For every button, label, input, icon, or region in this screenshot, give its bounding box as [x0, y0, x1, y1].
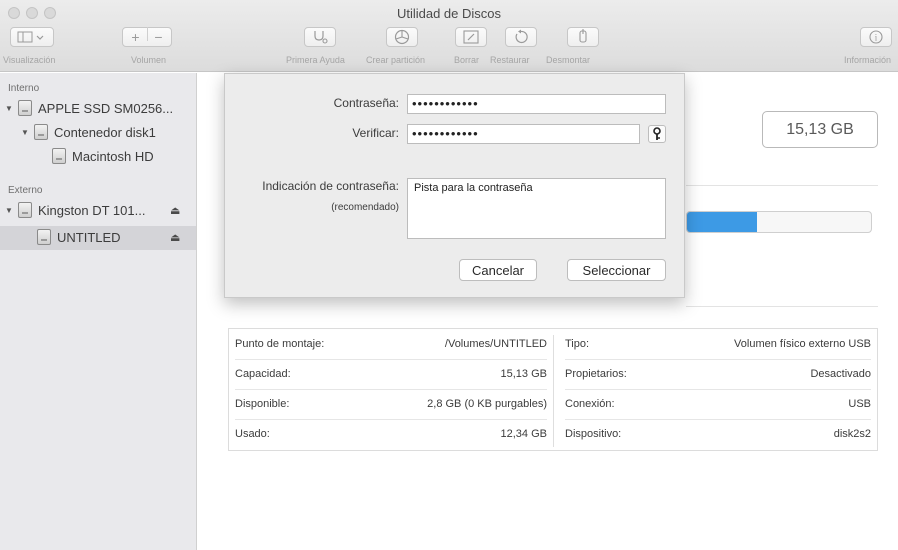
sidebar-item-kingston[interactable]: ▼ Kingston DT 101...	[5, 202, 145, 218]
info-value: /Volumes/UNTITLED	[444, 338, 547, 350]
password-label: Contraseña:	[333, 96, 399, 110]
info-row: Usado: 12,34 GB	[229, 419, 553, 449]
erase-label: Borrar	[454, 55, 480, 65]
minus-icon: −	[154, 29, 163, 45]
info-row: Conexión: USB	[559, 389, 877, 419]
sidebar-item-label: Macintosh HD	[72, 148, 154, 164]
stethoscope-icon	[314, 31, 328, 44]
eject-icon[interactable]: ⏏	[170, 204, 180, 217]
info-value: 12,34 GB	[500, 428, 547, 440]
info-row: Disponible: 2,8 GB (0 KB purgables)	[229, 389, 553, 419]
svg-text:i: i	[875, 33, 878, 43]
first-aid-button[interactable]	[304, 27, 336, 47]
info-value: disk2s2	[833, 428, 871, 440]
restore-label: Restaurar	[490, 55, 530, 65]
partition-icon	[394, 29, 410, 45]
hint-sublabel: (recomendado)	[331, 202, 399, 213]
info-key: Tipo:	[565, 338, 590, 350]
partition-button[interactable]	[386, 27, 418, 47]
toolbar: Utilidad de Discos Visualización + − Vol…	[0, 0, 898, 72]
volume-segment: + −	[122, 27, 172, 47]
unmount-label: Desmontar	[546, 55, 591, 65]
plus-icon: +	[131, 29, 140, 45]
select-button[interactable]: Seleccionar	[567, 259, 666, 281]
remove-volume-button[interactable]: −	[148, 27, 170, 47]
erase-button[interactable]	[455, 27, 487, 47]
volume-label: Volumen	[131, 55, 167, 65]
info-row: Tipo: Volumen físico externo USB	[559, 329, 877, 359]
info-row: Capacidad: 15,13 GB	[229, 359, 553, 389]
info-value: USB	[848, 398, 871, 410]
disclosure-triangle-icon[interactable]: ▼	[5, 104, 15, 113]
view-label: Visualización	[3, 55, 56, 65]
first-aid-label: Primera Ayuda	[286, 55, 345, 65]
info-key: Capacidad:	[235, 368, 291, 380]
info-icon: i	[869, 30, 883, 44]
sidebar-item-untitled[interactable]: UNTITLED	[37, 229, 121, 245]
sidebar-section-internal: Interno	[8, 83, 40, 94]
key-icon	[653, 127, 661, 140]
erase-icon	[463, 30, 479, 44]
restore-icon	[515, 29, 528, 44]
sidebar-view-icon	[17, 31, 44, 43]
cancel-button[interactable]: Cancelar	[459, 259, 537, 281]
partition-label: Crear partición	[366, 55, 426, 65]
info-key: Conexión:	[565, 398, 615, 410]
volume-icon	[37, 229, 51, 245]
usage-bar-fill	[687, 212, 757, 232]
sidebar-item-label: Kingston DT 101...	[38, 202, 146, 218]
info-key: Disponible:	[235, 398, 290, 410]
info-table: Punto de montaje: /Volumes/UNTITLED Capa…	[228, 328, 878, 451]
info-key: Punto de montaje:	[235, 338, 325, 350]
unmount-icon	[579, 29, 587, 43]
usage-bar	[686, 211, 872, 233]
info-value: 15,13 GB	[500, 368, 547, 380]
sidebar-section-external: Externo	[8, 185, 43, 196]
info-value: 2,8 GB (0 KB purgables)	[427, 398, 547, 410]
sidebar-item-label: UNTITLED	[57, 229, 121, 245]
info-label: Información	[844, 55, 892, 65]
eject-icon[interactable]: ⏏	[170, 231, 180, 244]
info-key: Dispositivo:	[565, 428, 622, 440]
sidebar-item-macintosh-hd[interactable]: Macintosh HD	[52, 148, 154, 164]
verify-label: Verificar:	[352, 126, 399, 140]
password-field[interactable]: ••••••••••••	[407, 94, 666, 114]
sidebar-item-container[interactable]: ▼ Contenedor disk1	[21, 124, 156, 140]
sidebar-item-apple-ssd[interactable]: ▼ APPLE SSD SM0256...	[5, 100, 173, 116]
capacity-display: 15,13 GB	[762, 111, 878, 148]
sidebar: Interno ▼ APPLE SSD SM0256... ▼ Contened…	[0, 73, 197, 550]
info-key: Propietarios:	[565, 368, 627, 380]
info-value: Volumen físico externo USB	[734, 338, 871, 350]
disclosure-triangle-icon[interactable]: ▼	[5, 206, 15, 215]
column-separator	[553, 335, 554, 447]
info-button[interactable]: i	[860, 27, 892, 47]
divider	[686, 306, 878, 307]
view-button[interactable]	[10, 27, 54, 47]
password-dialog: Contraseña: •••••••••••• Verificar: ••••…	[224, 73, 685, 298]
info-key: Usado:	[235, 428, 270, 440]
sidebar-item-label: APPLE SSD SM0256...	[38, 100, 174, 116]
info-value: Desactivado	[810, 368, 871, 380]
sidebar-item-label: Contenedor disk1	[54, 124, 156, 140]
container-icon	[34, 124, 48, 140]
info-row: Propietarios: Desactivado	[559, 359, 877, 389]
restore-button[interactable]	[505, 27, 537, 47]
disclosure-triangle-icon[interactable]: ▼	[21, 128, 31, 137]
info-row: Dispositivo: disk2s2	[559, 419, 877, 449]
verify-field[interactable]: ••••••••••••	[407, 124, 640, 144]
password-hint-field[interactable]: Pista para la contraseña	[407, 178, 666, 239]
window-title: Utilidad de Discos	[396, 6, 502, 21]
unmount-button[interactable]	[567, 27, 599, 47]
info-row: Punto de montaje: /Volumes/UNTITLED	[229, 329, 553, 359]
external-disk-icon	[18, 202, 32, 218]
password-assistant-button[interactable]	[648, 125, 666, 143]
disk-icon	[18, 100, 32, 116]
divider	[686, 185, 878, 186]
add-volume-button[interactable]: +	[125, 27, 147, 47]
volume-icon	[52, 148, 66, 164]
hint-label: Indicación de contraseña:	[262, 179, 399, 193]
